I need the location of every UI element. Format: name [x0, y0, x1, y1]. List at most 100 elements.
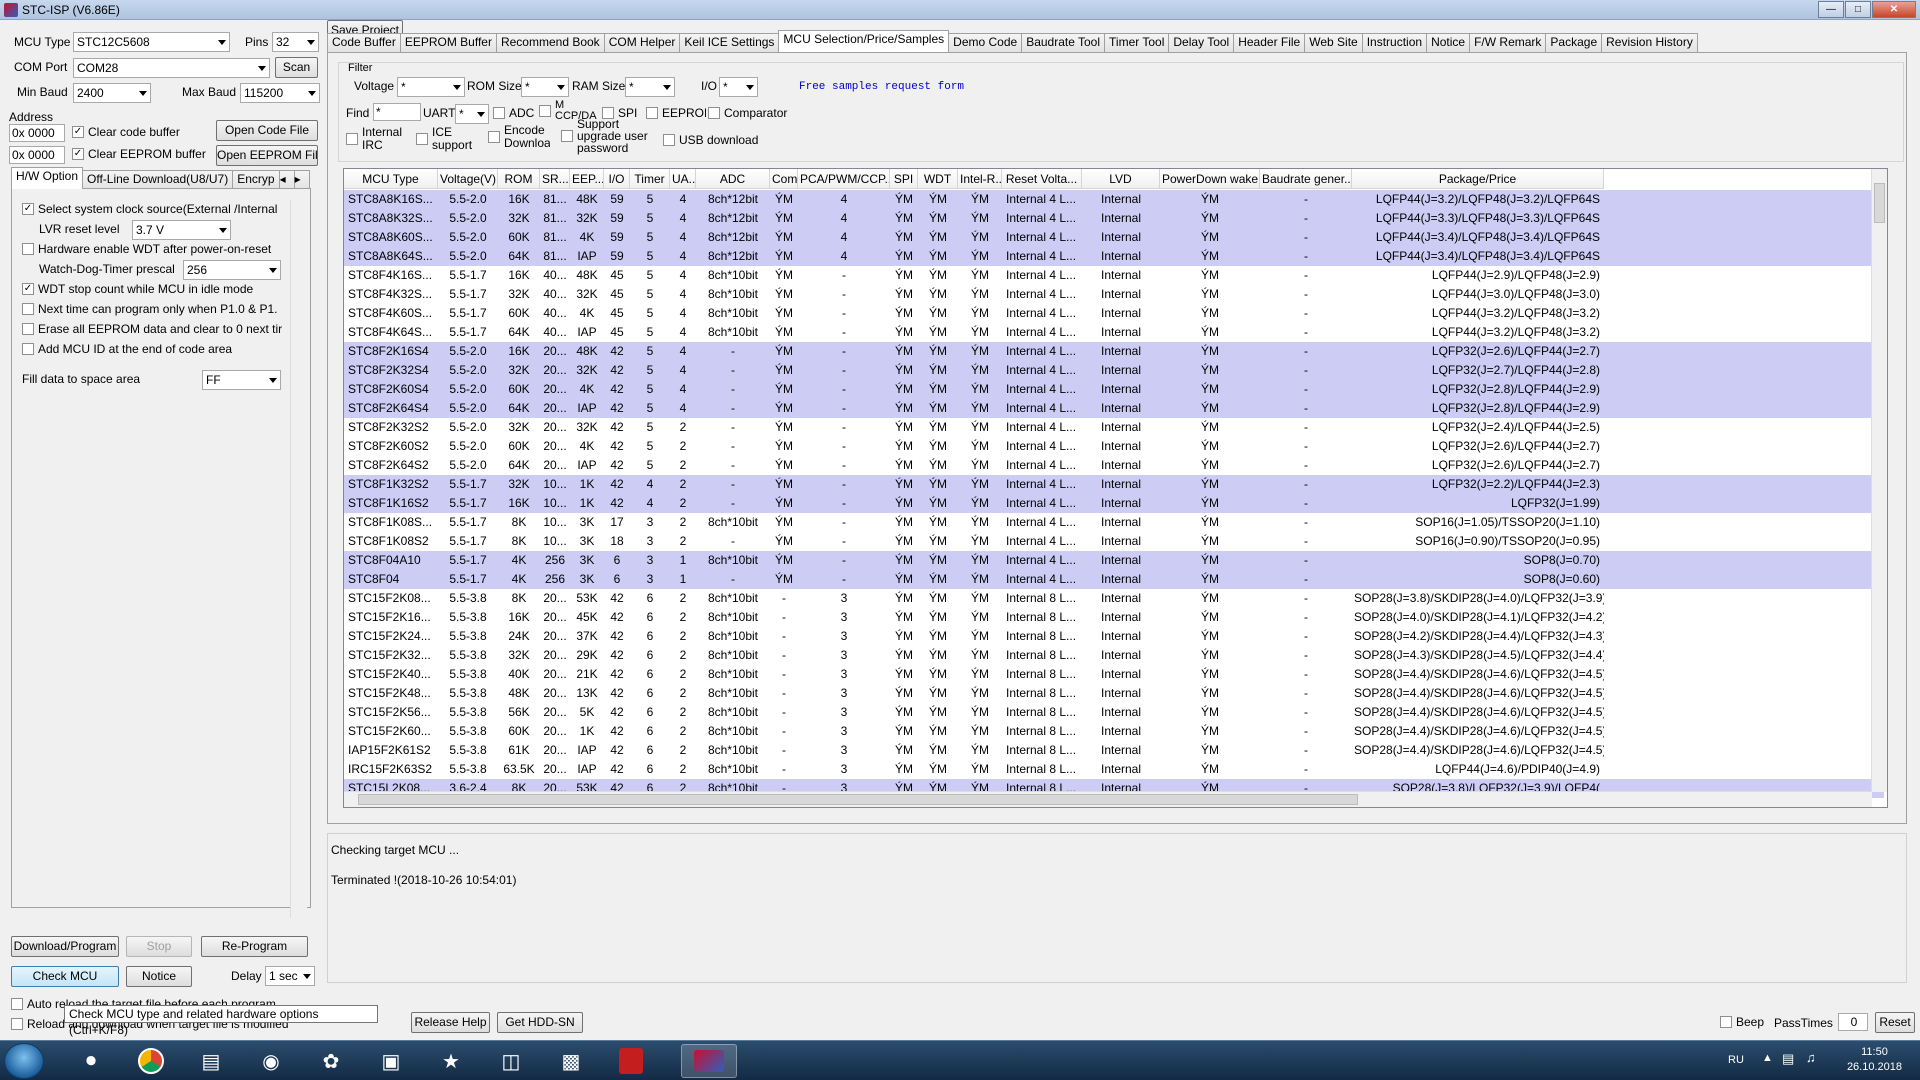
erase-eeprom-checkbox[interactable]: Erase all EEPROM data and clear to 0 nex… [22, 322, 282, 336]
com-port-select[interactable]: COM28 [73, 58, 270, 78]
mcu-type-select[interactable]: STC12C5608 [73, 32, 230, 52]
tray-arrow-icon[interactable]: ▲ [1762, 1052, 1773, 1064]
stop-button[interactable]: Stop [126, 936, 192, 957]
chrome-icon[interactable] [123, 1044, 179, 1078]
pdf-reader-icon[interactable] [603, 1044, 659, 1078]
reprogram-button[interactable]: Re-Program [201, 936, 308, 957]
reset-button[interactable]: Reset [1875, 1012, 1915, 1033]
maximize-button[interactable]: □ [1845, 1, 1871, 18]
table-row[interactable]: STC8F2K32S2 5.5-2.0 32K 20... 32K 42 5 2 - ÝМ - ÝМ Ý… [344, 418, 1884, 437]
wrench-icon[interactable]: ✿ [303, 1044, 359, 1078]
diagram-app-icon[interactable]: ▤ [183, 1044, 239, 1078]
clear-code-checkbox[interactable]: ✓ Clear code buffer [72, 125, 180, 139]
tab-com-helper[interactable]: COM Helper [603, 33, 681, 52]
tab-notice[interactable]: Notice [1426, 33, 1471, 52]
mcu-id-checkbox[interactable]: Add MCU ID at the end of code area [22, 342, 232, 356]
release-help-button[interactable]: Release Help [411, 1012, 490, 1033]
tool-icon[interactable]: ⏺ [63, 1044, 119, 1078]
support-upgrade-checkbox[interactable]: Support upgrade user password [561, 116, 663, 156]
table-row[interactable]: IRC15F2K63S2 5.5-3.8 63.5K 20... IAP 42 6 2 8ch*… [344, 760, 1884, 779]
clock-source-checkbox[interactable]: ✓ Select system clock source(External /In… [22, 202, 277, 216]
column-header[interactable]: WDT [918, 169, 958, 188]
column-header[interactable]: PCA/PWM/CCP... [798, 169, 890, 188]
tab-header-file[interactable]: Header File [1233, 33, 1306, 52]
download-program-button[interactable]: Download/Program [11, 936, 119, 957]
table-row[interactable]: STC8A8K32S... 5.5-2.0 32K 81... 32K 59 5 4 8ch*1… [344, 209, 1884, 228]
remote-desktop-icon[interactable]: ▩ [543, 1044, 599, 1078]
network-icon[interactable]: ◉ [243, 1044, 299, 1078]
minimize-button[interactable]: — [1818, 1, 1844, 18]
beep-checkbox[interactable]: Beep [1720, 1015, 1764, 1029]
wdt-prescal-select[interactable]: 256 [183, 260, 281, 280]
column-header[interactable]: Comp [770, 169, 798, 188]
fill-data-select[interactable]: FF [202, 370, 281, 390]
tab-code-buffer[interactable]: Code Buffer [327, 33, 401, 52]
table-row[interactable]: STC8F4K60S... 5.5-1.7 60K 40... 4K 45 5 4 8ch*10… [344, 304, 1884, 323]
stc-isp-taskbar-icon[interactable] [681, 1044, 737, 1078]
volume-icon[interactable]: ♫ [1806, 1050, 1816, 1065]
column-header[interactable]: Package/Price [1352, 169, 1604, 188]
column-header[interactable]: Intel-R... [958, 169, 1002, 188]
table-row[interactable]: STC8F2K16S4 5.5-2.0 16K 20... 48K 42 5 4 - ÝМ - ÝМ Ý… [344, 342, 1884, 361]
table-row[interactable]: STC8F2K60S2 5.5-2.0 60K 20... 4K 42 5 2 - ÝМ - ÝМ ÝМ… [344, 437, 1884, 456]
pins-select[interactable]: 32 [272, 32, 319, 52]
table-row[interactable]: STC8F1K16S2 5.5-1.7 16K 10... 1K 42 4 2- ÝМ - ÝМ ÝМ… [344, 494, 1884, 513]
table-row[interactable]: STC8F04A10 5.5-1.7 4K 256 3K 6 3 1 8ch*10bit ÝМ - Ý… [344, 551, 1884, 570]
table-row[interactable]: STC8F1K32S2 5.5-1.7 32K 10... 1K 42 4 2- ÝМ - ÝМ ÝМ… [344, 475, 1884, 494]
column-header[interactable]: ROM [498, 169, 540, 188]
voltage-filter-select[interactable]: * [397, 77, 465, 97]
clear-eeprom-checkbox[interactable]: ✓ Clear EEPROM buffer [72, 147, 206, 161]
table-row[interactable]: STC8F2K64S4 5.5-2.0 64K 20... IAP 42 5 4 - ÝМ - ÝМ Ý… [344, 399, 1884, 418]
usb-download-checkbox[interactable]: USB download [663, 133, 758, 147]
column-header[interactable]: PowerDown wake... [1160, 169, 1260, 188]
open-code-file-button[interactable]: Open Code File [216, 120, 318, 141]
tab-baudrate-tool[interactable]: Baudrate Tool [1021, 33, 1106, 52]
table-row[interactable]: IAP15F2K61S2 5.5-3.8 61K 20... IAP 42 6 2 8ch*10… [344, 741, 1884, 760]
find-input[interactable]: * [373, 103, 421, 121]
ram-size-filter-select[interactable]: * [625, 77, 675, 97]
encode-download-checkbox[interactable]: Encode Download [488, 120, 550, 154]
runner-icon[interactable]: ★ [423, 1044, 479, 1078]
table-row[interactable]: STC15F2K60... 5.5-3.8 60K 20... 1K 42 6 2 8ch*10… [344, 722, 1884, 741]
table-row[interactable]: STC8F4K32S... 5.5-1.7 32K 40... 32K 45 5 4 8ch*1… [344, 285, 1884, 304]
free-samples-link[interactable]: Free samples request form [799, 81, 964, 93]
table-row[interactable]: STC8F2K64S2 5.5-2.0 64K 20... IAP 42 5 2 - ÝМ - ÝМ Ý… [344, 456, 1884, 475]
table-row[interactable]: STC8F1K08S2 5.5-1.7 8K 10... 3K 18 3 2 - ÝМ - ÝМ ÝМ Ý… [344, 532, 1884, 551]
notice-button[interactable]: Notice [126, 966, 192, 987]
column-header[interactable]: EEP... [570, 169, 604, 188]
table-row[interactable]: STC8A8K16S... 5.5-2.0 16K 81... 48K 59 5 4 8ch*1… [344, 190, 1884, 209]
max-baud-select[interactable]: 115200 [240, 83, 320, 103]
column-header[interactable]: I/O [604, 169, 630, 188]
hw-wdt-checkbox[interactable]: Hardware enable WDT after power-on-reset [22, 242, 271, 256]
tab-revision-history[interactable]: Revision History [1601, 33, 1698, 52]
table-row[interactable]: STC8F04 5.5-1.7 4K 256 3K 6 3 1 - ÝМ - ÝМ ÝМ ÝМ Intern… [344, 570, 1884, 589]
start-button[interactable] [4, 1043, 44, 1079]
tab-scroll-right-icon[interactable]: ▸ [293, 170, 310, 189]
lvr-select[interactable]: 3.7 V [132, 220, 231, 240]
tab-timer-tool[interactable]: Timer Tool [1104, 33, 1170, 52]
files-icon[interactable]: ◫ [483, 1044, 539, 1078]
tab-keil-ice-settings[interactable]: Keil ICE Settings [679, 33, 780, 52]
table-vertical-scrollbar[interactable] [1871, 169, 1887, 792]
table-row[interactable]: STC8F2K60S4 5.5-2.0 60K 20... 4K 42 5 4 - ÝМ - ÝМ ÝМ… [344, 380, 1884, 399]
table-horizontal-scrollbar[interactable] [344, 791, 1872, 807]
tab-hw-option[interactable]: H/W Option [11, 167, 84, 189]
check-mcu-button[interactable]: Check MCU [11, 966, 119, 987]
table-row[interactable]: STC15F2K32... 5.5-3.8 32K 20... 29K 42 6 2 8ch*1… [344, 646, 1884, 665]
table-row[interactable]: STC15F2K24... 5.5-3.8 24K 20... 37K 42 6 2 8ch*1… [344, 627, 1884, 646]
tab-web-site[interactable]: Web Site [1304, 33, 1363, 52]
tab-recommend-book[interactable]: Recommend Book [495, 33, 605, 52]
rom-size-filter-select[interactable]: * [521, 77, 569, 97]
adc-checkbox[interactable]: ADC [493, 106, 534, 120]
table-row[interactable]: STC8A8K64S... 5.5-2.0 64K 81... IAP 59 5 4 8ch*1… [344, 247, 1884, 266]
table-row[interactable]: STC15F2K08... 5.5-3.8 8K 20... 53K 42 6 2 8ch*10… [344, 589, 1884, 608]
column-header[interactable]: Reset Volta... [1002, 169, 1082, 188]
tab-eeprom-buffer[interactable]: EEPROM Buffer [399, 33, 497, 52]
column-header[interactable]: Voltage(V) [438, 169, 498, 188]
table-row[interactable]: STC8F4K64S... 5.5-1.7 64K 40... IAP 45 5 4 8ch*1… [344, 323, 1884, 342]
window-app-icon[interactable]: ▣ [363, 1044, 419, 1078]
column-header[interactable]: ADC [696, 169, 770, 188]
next-time-checkbox[interactable]: Next time can program only when P1.0 & P… [22, 302, 277, 316]
column-header[interactable]: SPI [890, 169, 918, 188]
tab-instruction[interactable]: Instruction [1361, 33, 1428, 52]
